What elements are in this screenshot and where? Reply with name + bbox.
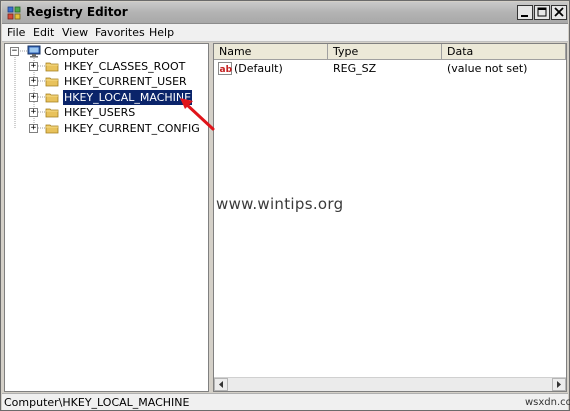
menu-edit[interactable]: Edit bbox=[33, 26, 54, 39]
list-item[interactable]: ab (Default) REG_SZ (value not set) bbox=[214, 61, 566, 76]
arrow-right-icon bbox=[557, 381, 561, 388]
computer-icon bbox=[27, 45, 41, 58]
close-icon bbox=[554, 7, 564, 17]
window-title: Registry Editor bbox=[26, 5, 128, 19]
tree-node-computer[interactable]: − Computer bbox=[5, 44, 205, 59]
menu-help[interactable]: Help bbox=[149, 26, 174, 39]
status-path: Computer\HKEY_LOCAL_MACHINE bbox=[4, 396, 190, 409]
tree-label-computer: Computer bbox=[44, 45, 99, 58]
tree-label: HKEY_CURRENT_USER bbox=[64, 75, 187, 88]
value-type: REG_SZ bbox=[333, 62, 377, 75]
scroll-right-button[interactable] bbox=[552, 378, 566, 391]
string-value-icon: ab bbox=[218, 62, 232, 75]
minimize-button[interactable] bbox=[517, 5, 533, 20]
minimize-icon bbox=[521, 15, 528, 17]
tree-node-hkey-users[interactable]: + HKEY_USERS bbox=[5, 105, 205, 120]
menu-file[interactable]: File bbox=[7, 26, 25, 39]
tree-node-hkey-current-config[interactable]: + HKEY_CURRENT_CONFIG bbox=[5, 121, 205, 136]
status-bar: Computer\HKEY_LOCAL_MACHINE bbox=[2, 393, 568, 410]
collapse-icon[interactable]: − bbox=[10, 47, 19, 56]
folder-icon bbox=[45, 62, 59, 72]
arrow-left-icon bbox=[219, 381, 223, 388]
folder-icon bbox=[45, 124, 59, 134]
tree-label: HKEY_USERS bbox=[64, 106, 136, 119]
column-header-type[interactable]: Type bbox=[328, 44, 442, 60]
column-header-data[interactable]: Data bbox=[442, 44, 566, 60]
watermark-text: www.wintips.org bbox=[216, 195, 344, 213]
expand-icon[interactable]: + bbox=[29, 62, 38, 71]
folder-icon bbox=[45, 93, 59, 103]
tree-node-hkey-local-machine[interactable]: + HKEY_LOCAL_MACHINE bbox=[5, 89, 205, 106]
values-list-pane[interactable]: Name Type Data ab (Default) REG_SZ (valu… bbox=[213, 43, 567, 392]
menu-bar: File Edit View Favorites Help bbox=[2, 24, 568, 42]
folder-icon bbox=[45, 77, 59, 87]
menu-view[interactable]: View bbox=[62, 26, 88, 39]
tree-label-selected: HKEY_LOCAL_MACHINE bbox=[61, 89, 194, 106]
expand-icon[interactable]: + bbox=[29, 124, 38, 133]
close-button[interactable] bbox=[551, 5, 567, 20]
menu-favorites[interactable]: Favorites bbox=[95, 26, 145, 39]
tree-node-hkey-current-user[interactable]: + HKEY_CURRENT_USER bbox=[5, 74, 205, 89]
registry-editor-window: Registry Editor File Edit View Favorites… bbox=[0, 0, 570, 411]
svg-text:ab: ab bbox=[220, 65, 233, 75]
title-bar[interactable]: Registry Editor bbox=[2, 2, 568, 24]
maximize-icon bbox=[537, 7, 547, 17]
expand-icon[interactable]: + bbox=[29, 108, 38, 117]
expand-icon[interactable]: + bbox=[29, 93, 38, 102]
column-header-name[interactable]: Name bbox=[214, 44, 328, 60]
tree-node-hkey-classes-root[interactable]: + HKEY_CLASSES_ROOT bbox=[5, 59, 205, 74]
tree-label: HKEY_CLASSES_ROOT bbox=[64, 60, 186, 73]
maximize-button[interactable] bbox=[534, 5, 550, 20]
value-data: (value not set) bbox=[447, 62, 528, 75]
horizontal-scrollbar[interactable] bbox=[214, 377, 566, 391]
folder-icon bbox=[45, 108, 59, 118]
brand-watermark: wsxdn.com bbox=[525, 397, 570, 408]
scroll-left-button[interactable] bbox=[214, 378, 228, 391]
value-name: (Default) bbox=[234, 62, 283, 75]
expand-icon[interactable]: + bbox=[29, 77, 38, 86]
red-arrow-annotation bbox=[180, 98, 215, 131]
registry-editor-icon bbox=[7, 6, 21, 20]
